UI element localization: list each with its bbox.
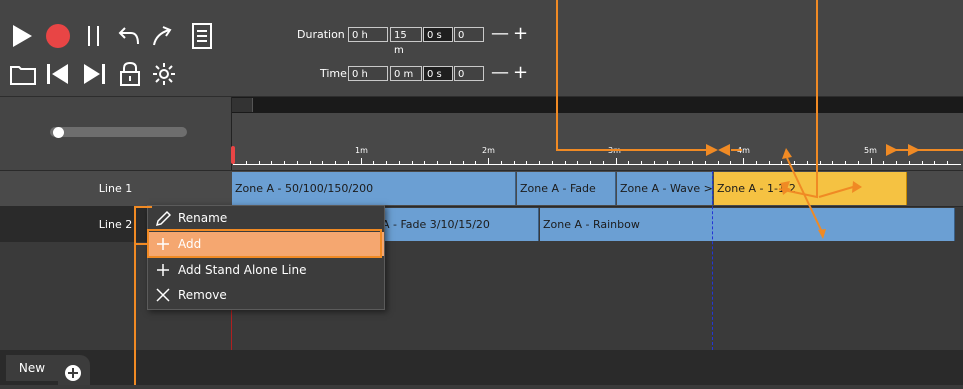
- annotation-overlay: [134, 0, 963, 385]
- annotation-arrowheads: [706, 144, 920, 239]
- annotation-line: [134, 0, 963, 385]
